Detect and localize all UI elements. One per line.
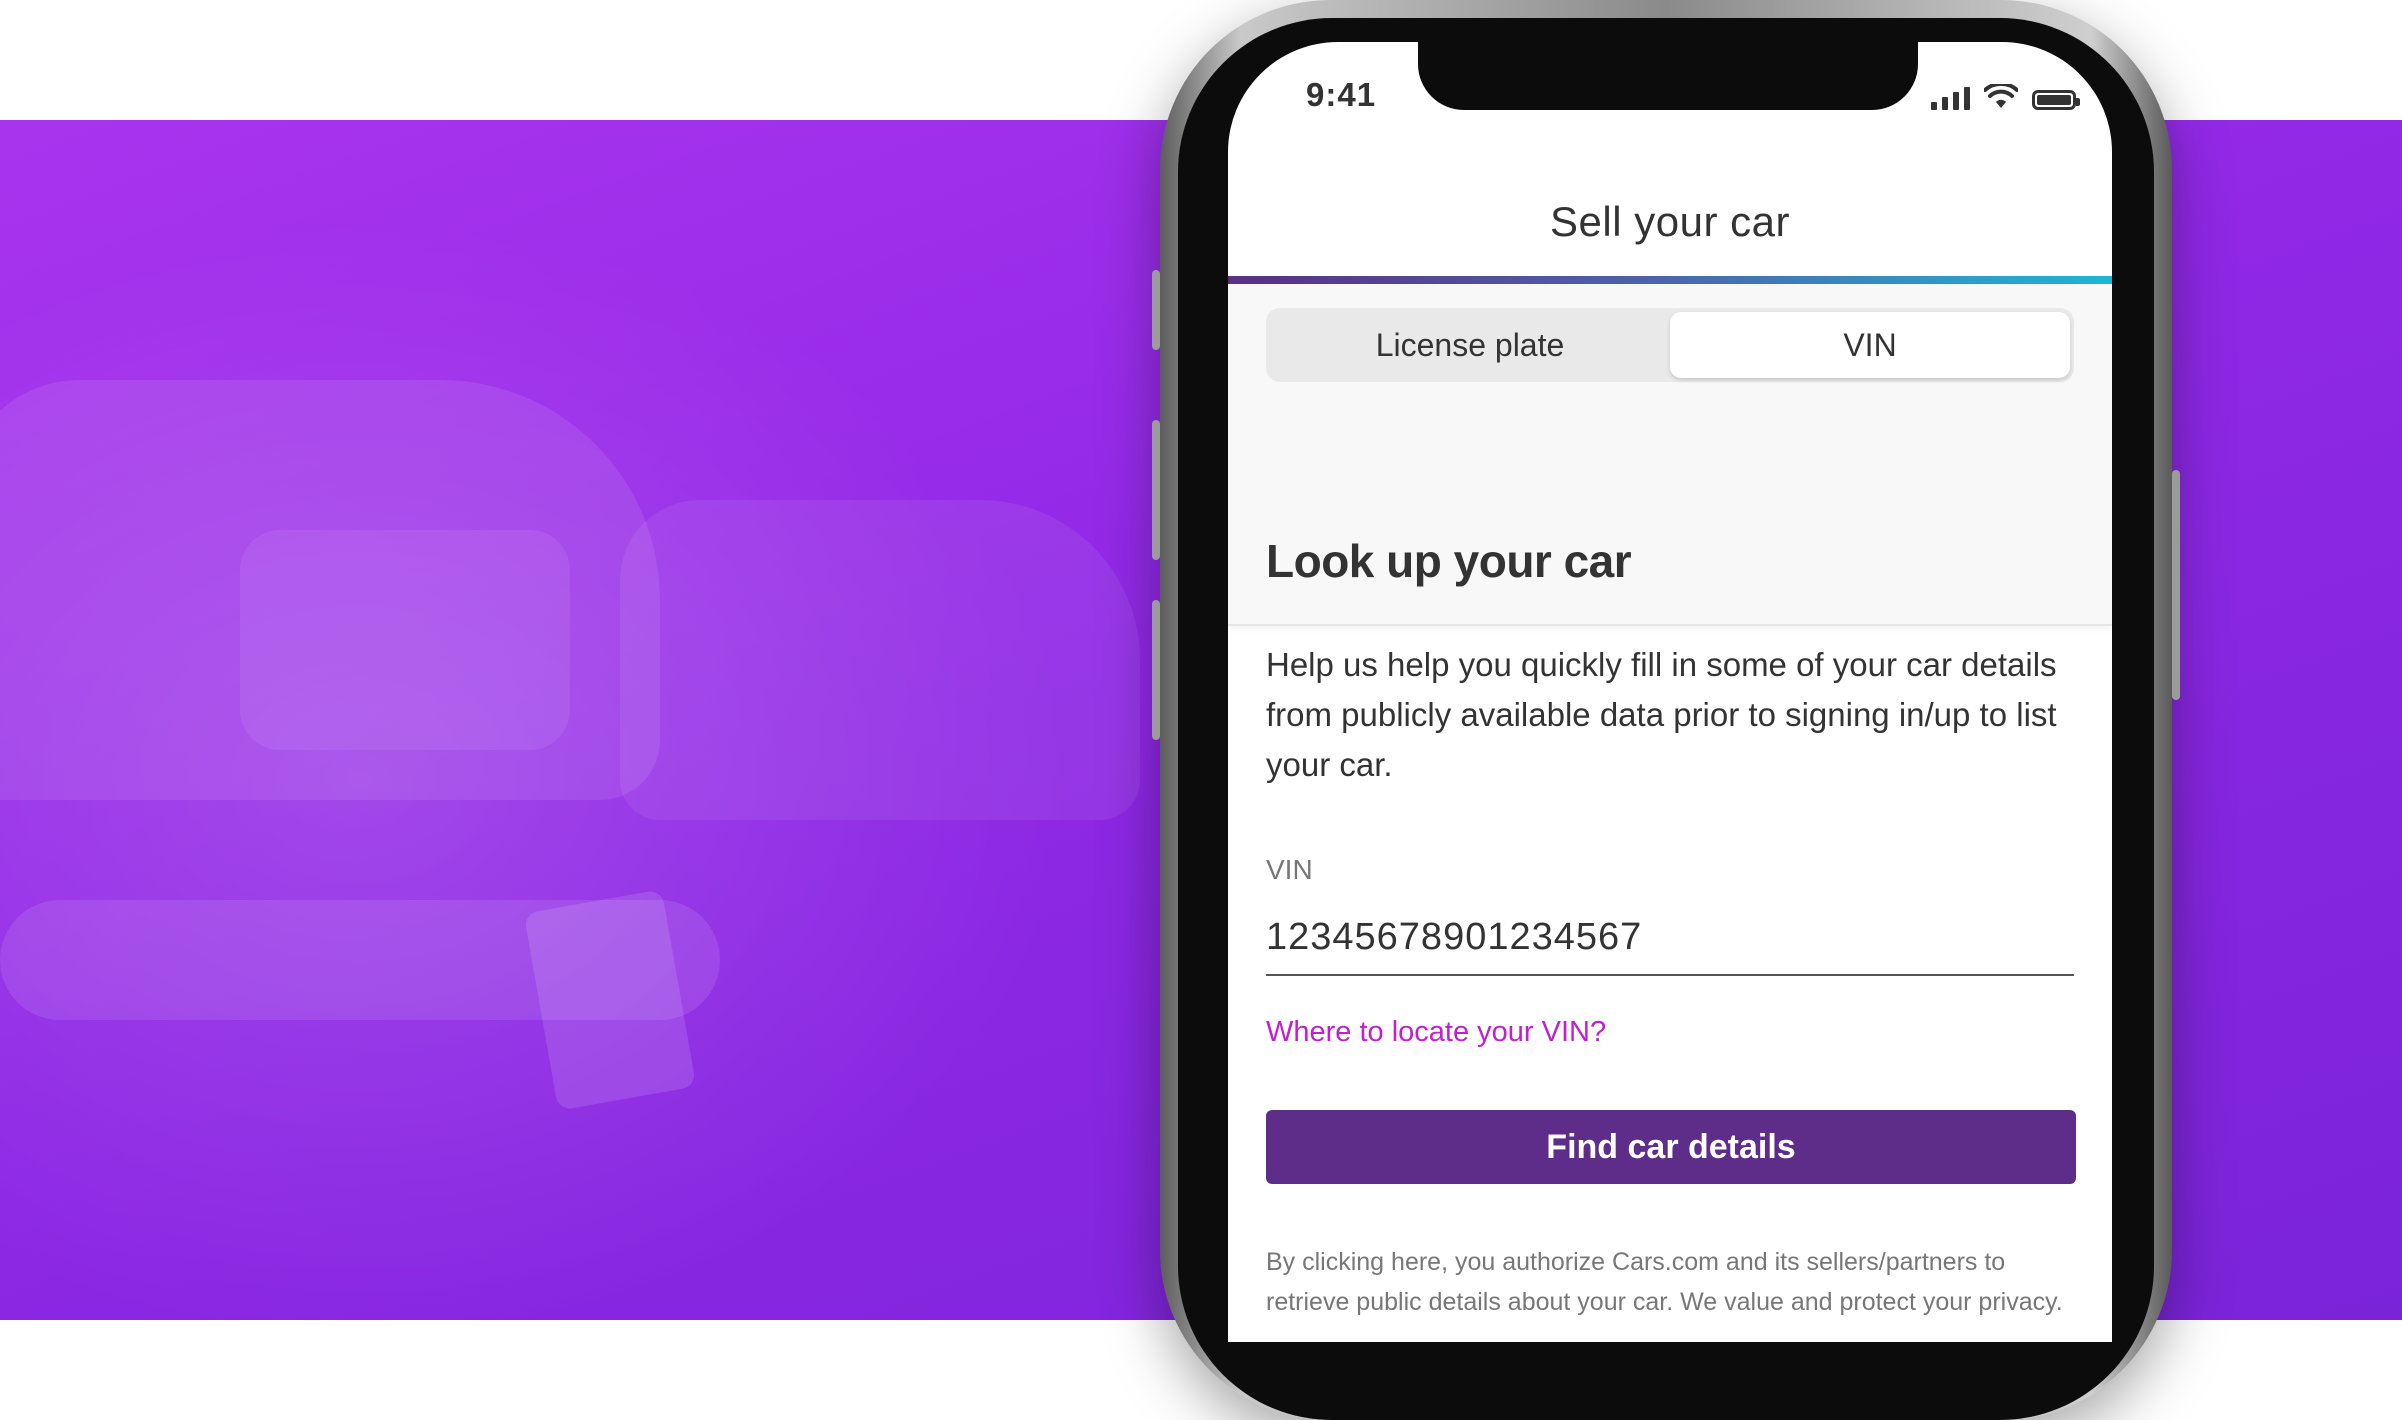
phone-notch	[1418, 42, 1918, 110]
wifi-icon	[1984, 84, 2018, 108]
cellular-signal-icon	[1931, 87, 1970, 110]
section-title: Look up your car	[1266, 535, 1632, 587]
locate-vin-link[interactable]: Where to locate your VIN?	[1266, 1016, 1606, 1049]
background-car-photo	[0, 120, 1200, 1320]
find-car-details-button[interactable]: Find car details	[1266, 1110, 2076, 1184]
battery-icon	[2032, 90, 2080, 110]
description-text: Help us help you quickly fill in some of…	[1266, 646, 2057, 783]
disclaimer-text: By clicking here, you authorize Cars.com…	[1266, 1248, 2063, 1316]
vin-field-label: VIN	[1266, 854, 1313, 885]
phone-mockup: 9:41 Sell your car License plate VIN Loo…	[1152, 0, 2180, 1420]
vin-input[interactable]	[1266, 910, 2074, 976]
status-time: 9:41	[1306, 76, 1377, 113]
lookup-header-panel: License plate VIN Look up your car	[1228, 284, 2112, 626]
page-title: Sell your car	[1550, 198, 1790, 245]
segment-vin[interactable]: VIN	[1670, 312, 2070, 378]
progress-bar	[1228, 276, 2112, 284]
phone-screen: 9:41 Sell your car License plate VIN Loo…	[1228, 42, 2112, 1342]
status-icons	[1931, 84, 2080, 110]
lookup-type-toggle: License plate VIN	[1266, 308, 2074, 382]
segment-license-plate[interactable]: License plate	[1270, 312, 1670, 378]
